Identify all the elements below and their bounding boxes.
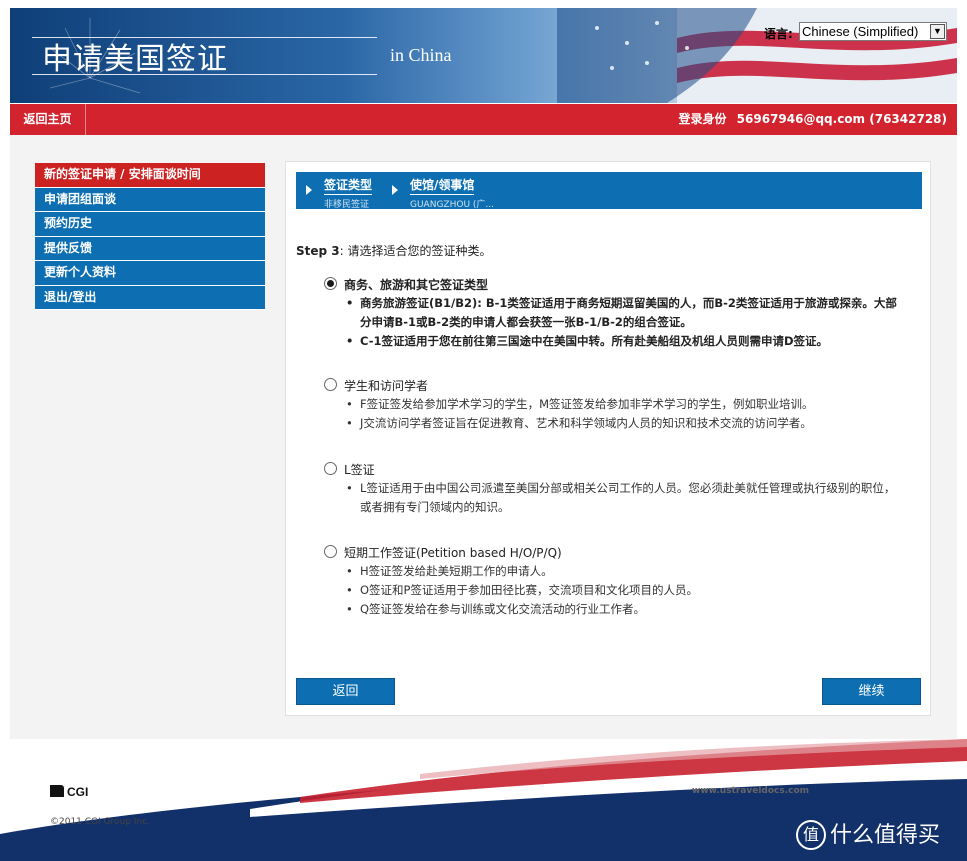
watermark-text: 什么值得买 [830, 823, 941, 848]
option-bullets: 商务旅游签证(B1/B2): B-1类签证适用于商务短期逗留美国的人，而B-2类… [346, 294, 906, 351]
radio-business[interactable] [324, 277, 337, 290]
bullet-item: C-1签证适用于您在前往第三国途中在美国中转。所有赴美船组及机组人员则需申请D签… [346, 332, 906, 351]
option-bullets: H签证签发给赴美短期工作的申请人。 O签证和P签证适用于参加田径比赛，交流项目和… [346, 562, 906, 619]
sidebar-item-logout[interactable]: 退出/登出 [35, 285, 265, 310]
bullet-item: J交流访问学者签证旨在促进教育、艺术和科学领域内人员的知识和技术交流的访问学者。 [346, 414, 906, 433]
footer: CGI ©2011 CGI Group Inc. www.ustraveldoc… [0, 739, 967, 861]
cgi-logo-icon [50, 785, 64, 797]
login-info: 登录身份 56967946@qq.com (76342728) [678, 104, 947, 135]
cgi-logo: CGI [50, 785, 88, 799]
step-label: Step 3 [296, 244, 340, 258]
step-instruction: Step 3: 请选择适合您的签证种类。 [296, 242, 492, 259]
step-text: : 请选择适合您的签证种类。 [339, 244, 492, 258]
bullet-item: Q签证签发给在参与训练或文化交流活动的行业工作者。 [346, 600, 906, 619]
option-title: L签证 [344, 463, 375, 477]
language-select[interactable]: Chinese (Simplified) ▼ [799, 22, 947, 41]
top-navbar: 返回主页 登录身份 56967946@qq.com (76342728) [10, 104, 957, 135]
login-value: 56967946@qq.com (76342728) [736, 112, 947, 126]
option-title: 商务、旅游和其它签证类型 [344, 278, 489, 292]
watermark: 值什么值得买 [796, 817, 940, 850]
chevron-right-icon [306, 185, 312, 195]
login-label: 登录身份 [678, 112, 727, 126]
watermark-icon: 值 [796, 820, 826, 850]
breadcrumb-subtitle: 非移民签证 [324, 200, 370, 210]
radio-l-visa[interactable] [324, 462, 337, 475]
breadcrumb-consulate[interactable]: 使馆/领事馆 GUANGZHOU (广... [410, 176, 494, 210]
language-select-value: Chinese (Simplified) [802, 24, 919, 39]
copyright: ©2011 CGI Group Inc. [50, 817, 150, 827]
back-button[interactable]: 返回 [296, 678, 395, 705]
sidebar-item-appointment-history[interactable]: 预约历史 [35, 212, 265, 237]
chevron-down-icon[interactable]: ▼ [930, 24, 945, 39]
breadcrumb-title: 签证类型 [324, 176, 373, 195]
site-title: 申请美国签证 [42, 42, 228, 77]
bullet-item: 商务旅游签证(B1/B2): B-1类签证适用于商务短期逗留美国的人，而B-2类… [346, 294, 906, 332]
sidebar-item-group-interview[interactable]: 申请团组面谈 [35, 187, 265, 212]
option-title: 短期工作签证(Petition based H/O/P/Q) [344, 546, 562, 560]
sidebar-item-new-application[interactable]: 新的签证申请 / 安排面谈时间 [35, 163, 265, 188]
main-panel: 签证类型 非移民签证 使馆/领事馆 GUANGZHOU (广... Step 3… [285, 161, 931, 716]
bullet-item: L签证适用于由中国公司派遣至美国分部或相关公司工作的人员。您必须赴美就任管理或执… [346, 479, 906, 517]
option-bullets: L签证适用于由中国公司派遣至美国分部或相关公司工作的人员。您必须赴美就任管理或执… [346, 479, 906, 517]
location-label: in China [390, 45, 452, 65]
bullet-item: O签证和P签证适用于参加田径比赛，交流项目和文化项目的人员。 [346, 581, 906, 600]
breadcrumb-title: 使馆/领事馆 [410, 176, 475, 195]
home-link[interactable]: 返回主页 [10, 104, 86, 135]
continue-button[interactable]: 继续 [822, 678, 921, 705]
option-title: 学生和访问学者 [344, 379, 429, 393]
site-url-link[interactable]: www.ustraveldocs.com [692, 786, 809, 796]
title-rule-bottom [32, 74, 377, 75]
option-bullets: F签证签发给参加学术学习的学生，M签证签发给参加非学术学习的学生，例如职业培训。… [346, 395, 906, 433]
bullet-item: F签证签发给参加学术学习的学生，M签证签发给参加非学术学习的学生，例如职业培训。 [346, 395, 906, 414]
radio-student[interactable] [324, 378, 337, 391]
bullet-item: H签证签发给赴美短期工作的申请人。 [346, 562, 906, 581]
breadcrumb-subtitle: GUANGZHOU (广... [410, 200, 494, 210]
language-label: 语言: [764, 27, 793, 41]
sidebar: 新的签证申请 / 安排面谈时间 申请团组面谈 预约历史 提供反馈 更新个人资料 … [35, 163, 265, 310]
header-banner: 申请美国签证 in China 语言: Chinese (Simplified)… [10, 8, 957, 103]
radio-work[interactable] [324, 545, 337, 558]
sidebar-item-update-profile[interactable]: 更新个人资料 [35, 261, 265, 286]
chevron-right-icon [392, 185, 398, 195]
cgi-logo-text: CGI [67, 785, 89, 799]
sidebar-item-feedback[interactable]: 提供反馈 [35, 236, 265, 261]
breadcrumb-visa-type[interactable]: 签证类型 非移民签证 [324, 176, 373, 210]
breadcrumb: 签证类型 非移民签证 使馆/领事馆 GUANGZHOU (广... [296, 172, 922, 210]
